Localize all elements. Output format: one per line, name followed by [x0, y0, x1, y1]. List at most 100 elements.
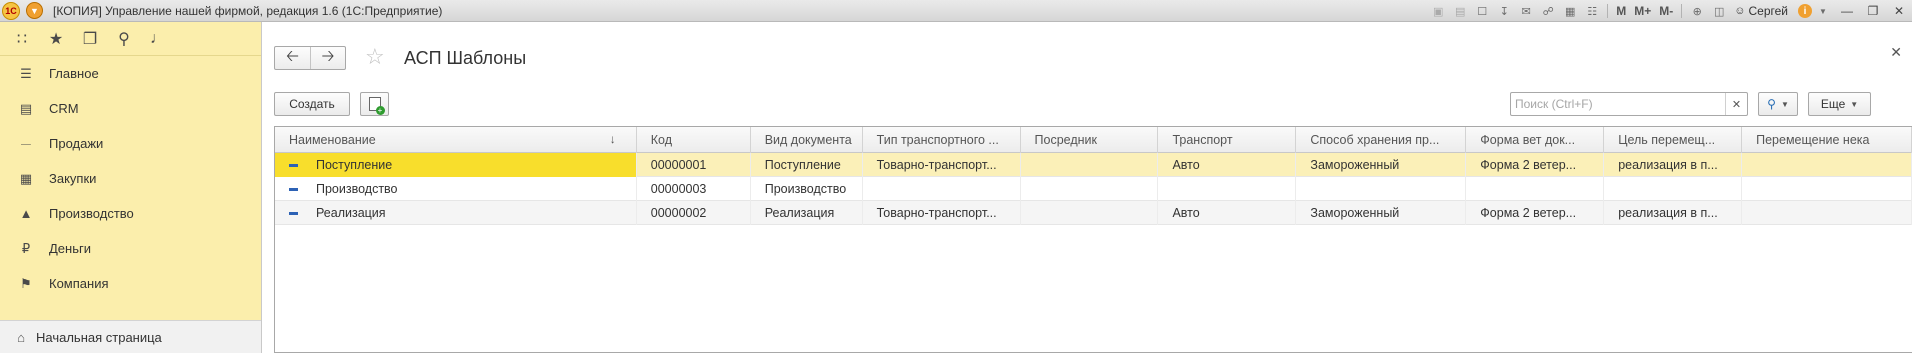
- cell-vet-doc-form: Форма 2 ветер...: [1466, 201, 1605, 225]
- row-item-icon: [289, 163, 298, 167]
- user-icon: ☺: [1734, 5, 1746, 17]
- search-box: ✕: [1510, 92, 1748, 116]
- column-header-vet-doc-form[interactable]: Форма вет док...: [1466, 127, 1605, 153]
- favorites-star-icon[interactable]: ★: [46, 29, 66, 49]
- basket-icon: ⏤: [20, 135, 32, 151]
- column-header-storage-method[interactable]: Способ хранения пр...: [1296, 127, 1467, 153]
- cell-code: 00000003: [637, 177, 751, 201]
- home-page-label: Начальная страница: [36, 329, 162, 345]
- user-menu[interactable]: ☺ Сергей: [1734, 4, 1788, 18]
- sidebar-item-crm[interactable]: ▤ CRM: [0, 91, 261, 126]
- cell-transport-doc-type: Товарно-транспорт...: [863, 153, 1021, 177]
- flag-icon: ⚑: [20, 275, 32, 291]
- toolbar-divider: [1607, 4, 1609, 18]
- download-icon[interactable]: ↧: [1495, 3, 1513, 19]
- main-content: 🡠 🡢 ☆ АСП Шаблоны ✕ Создать ✕ ⚲▼ Еще▼ На…: [262, 22, 1912, 353]
- table-row[interactable]: Производство 00000003 Производство: [275, 177, 1912, 201]
- back-button[interactable]: 🡠: [275, 47, 310, 69]
- ruble-icon: ₽: [21, 240, 31, 256]
- cell-doc-type: Реализация: [751, 201, 863, 225]
- link-icon[interactable]: ☍: [1539, 3, 1557, 19]
- zoom-icon[interactable]: ⊕: [1688, 3, 1706, 19]
- calendar-icon[interactable]: ☷: [1583, 3, 1601, 19]
- window-title: [КОПИЯ] Управление нашей фирмой, редакци…: [53, 3, 443, 18]
- find-button[interactable]: ⚲ ▼: [1758, 92, 1798, 116]
- cell-movement-purpose: реализация в п...: [1604, 201, 1743, 225]
- preview-icon[interactable]: ☐: [1473, 3, 1491, 19]
- title-bar: 1С ▼ [КОПИЯ] Управление нашей фирмой, ре…: [0, 0, 1912, 22]
- minimize-button[interactable]: —: [1837, 3, 1857, 19]
- sidebar-item-sales[interactable]: ⏤ Продажи: [0, 126, 261, 161]
- sidebar-toolbar: ∷ ★ ❐ ⚲ ♩: [0, 22, 261, 56]
- cell-movement-purpose: реализация в п...: [1604, 153, 1743, 177]
- chevron-down-icon[interactable]: ▼: [1814, 3, 1832, 19]
- history-nav: 🡠 🡢: [274, 46, 346, 70]
- copy-add-icon: [368, 97, 385, 115]
- more-button[interactable]: Еще ▼: [1808, 92, 1871, 116]
- sidebar-item-main[interactable]: ☰ Главное: [0, 56, 261, 91]
- column-header-name[interactable]: Наименование ↓: [275, 127, 637, 153]
- memory-minus-button[interactable]: M-: [1659, 4, 1673, 18]
- sidebar-item-money[interactable]: ₽ Деньги: [0, 231, 261, 266]
- info-icon[interactable]: i: [1798, 4, 1812, 18]
- cell-storage-method: [1296, 177, 1467, 201]
- table-header: Наименование ↓ Код Вид документа Тип тран…: [275, 127, 1912, 153]
- search-icon[interactable]: ⚲: [114, 29, 134, 49]
- mail-icon[interactable]: ✉: [1517, 3, 1535, 19]
- chevron-down-icon: ▼: [1850, 99, 1859, 109]
- column-header-transport[interactable]: Транспорт: [1158, 127, 1297, 153]
- warehouse-icon: ▦: [19, 170, 33, 186]
- chevron-down-icon: ▼: [1780, 99, 1789, 109]
- templates-table: Наименование ↓ Код Вид документа Тип тран…: [274, 126, 1912, 353]
- cell-transport-doc-type: [863, 177, 1021, 201]
- sidebar-item-production[interactable]: ▲ Производство: [0, 196, 261, 231]
- column-header-movement[interactable]: Перемещение нека: [1742, 127, 1912, 153]
- column-header-doc-type[interactable]: Вид документа: [751, 127, 863, 153]
- magnifier-icon: ⚲: [1767, 97, 1776, 111]
- contacts-icon: ▤: [19, 100, 33, 116]
- column-header-transport-doc-type[interactable]: Тип транспортного ...: [863, 127, 1021, 153]
- more-label: Еще: [1820, 97, 1846, 111]
- memory-button[interactable]: M: [1616, 4, 1626, 18]
- home-page-link[interactable]: ⌂ Начальная страница: [0, 320, 261, 353]
- cell-vet-doc-form: Форма 2 ветер...: [1466, 153, 1605, 177]
- cell-storage-method: Замороженный: [1296, 153, 1467, 177]
- search-input[interactable]: [1511, 93, 1725, 115]
- cell-transport-doc-type: Товарно-транспорт...: [863, 201, 1021, 225]
- menu-lines-icon: ☰: [20, 65, 32, 81]
- save-icon[interactable]: ▣: [1429, 3, 1447, 19]
- cell-code: 00000001: [637, 153, 751, 177]
- cell-code: 00000002: [637, 201, 751, 225]
- table-row[interactable]: Поступление 00000001 Поступление Товарно…: [275, 153, 1912, 177]
- apps-grid-icon[interactable]: ∷: [12, 29, 32, 49]
- create-button[interactable]: Создать: [274, 92, 350, 116]
- calculator-icon[interactable]: ▦: [1561, 3, 1579, 19]
- column-header-intermediary[interactable]: Посредник: [1021, 127, 1159, 153]
- column-header-movement-purpose[interactable]: Цель перемещ...: [1604, 127, 1743, 153]
- clear-search-icon[interactable]: ✕: [1725, 93, 1747, 115]
- main-menu-button[interactable]: ▼: [26, 2, 43, 19]
- restore-button[interactable]: ❐: [1863, 3, 1883, 19]
- close-form-icon[interactable]: ✕: [1890, 44, 1902, 61]
- print-icon[interactable]: ▤: [1451, 3, 1469, 19]
- favorite-star-icon[interactable]: ☆: [365, 44, 385, 70]
- sidebar-item-label: Компания: [49, 276, 109, 291]
- cell-movement-purpose: [1604, 177, 1743, 201]
- cell-name: Поступление: [275, 153, 637, 177]
- history-icon[interactable]: ❐: [80, 29, 100, 49]
- cell-transport: Авто: [1158, 153, 1297, 177]
- sidebar-item-company[interactable]: ⚑ Компания: [0, 266, 261, 301]
- title-bar-tools: ▣ ▤ ☐ ↧ ✉ ☍ ▦ ☷ M M+ M- ⊕ ◫ ☺ Сергей i ▼…: [1427, 0, 1912, 22]
- memory-plus-button[interactable]: M+: [1634, 4, 1651, 18]
- forward-button[interactable]: 🡢: [310, 47, 345, 69]
- bell-icon[interactable]: ♩: [148, 29, 168, 49]
- window-close-button[interactable]: ✕: [1889, 3, 1909, 19]
- sidebar-item-label: Закупки: [49, 171, 97, 186]
- app-logo-icon: 1С: [2, 1, 20, 20]
- sidebar-item-purchases[interactable]: ▦ Закупки: [0, 161, 261, 196]
- panels-icon[interactable]: ◫: [1710, 3, 1728, 19]
- copy-button[interactable]: [360, 92, 389, 116]
- table-row[interactable]: Реализация 00000002 Реализация Товарно-т…: [275, 201, 1912, 225]
- cell-vet-doc-form: [1466, 177, 1605, 201]
- column-header-code[interactable]: Код: [637, 127, 751, 153]
